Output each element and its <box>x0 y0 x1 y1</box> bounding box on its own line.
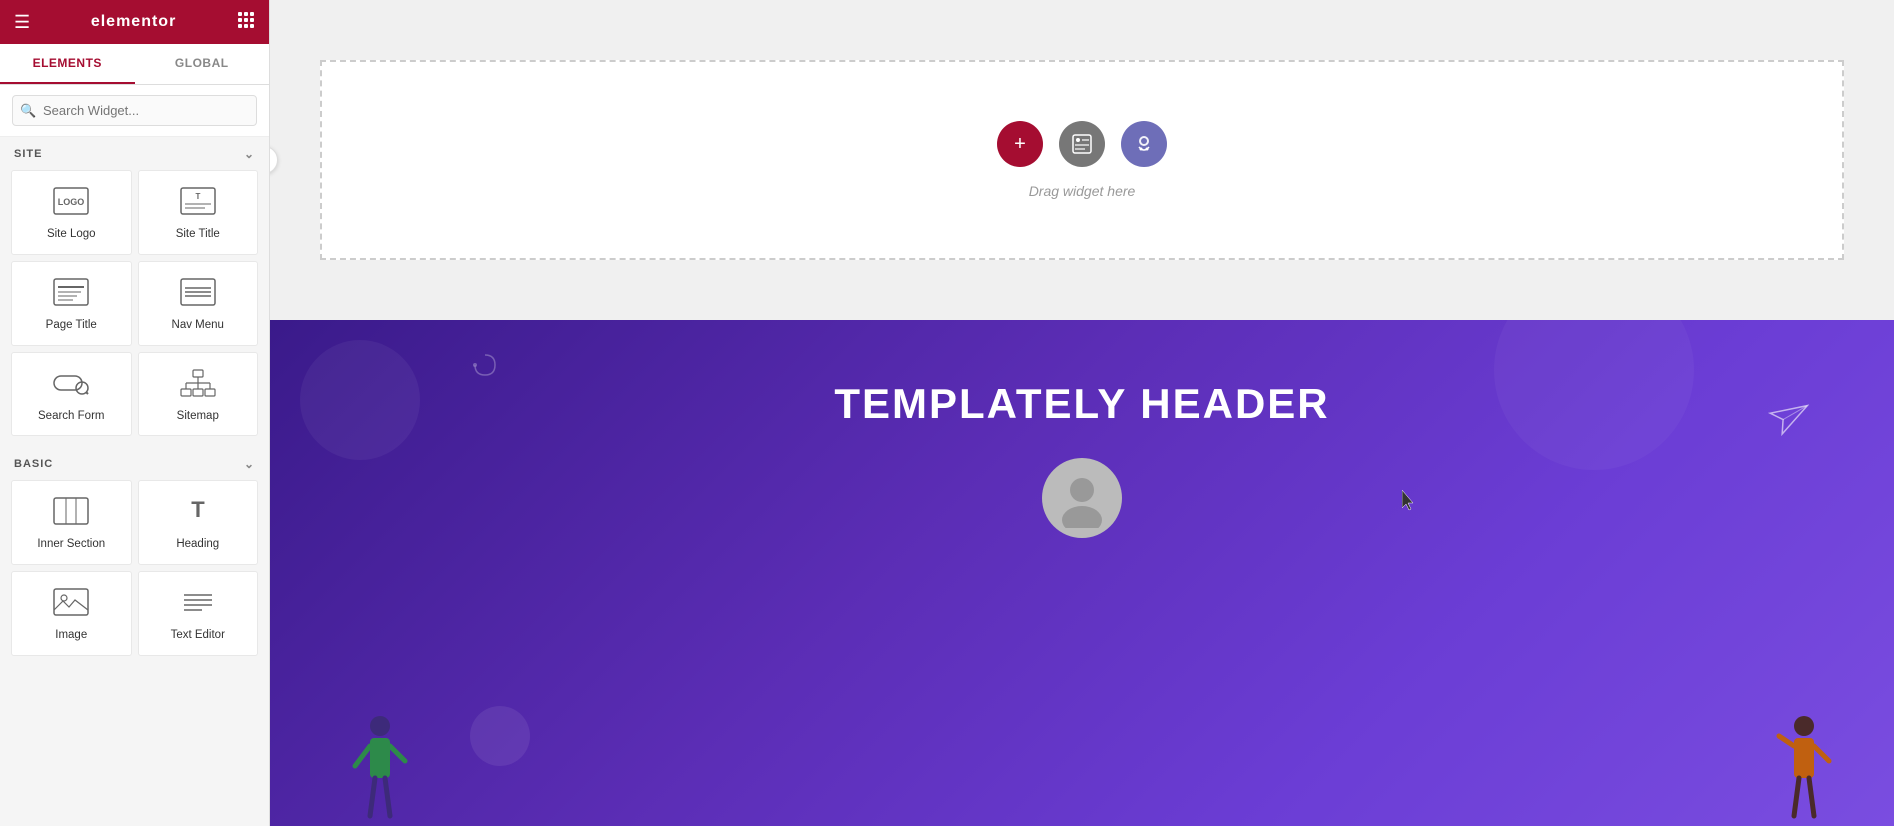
paper-plane-decoration <box>1767 392 1820 444</box>
widget-search-form[interactable]: Search Form <box>11 352 132 437</box>
widget-heading[interactable]: T Heading <box>138 480 259 565</box>
widget-page-title[interactable]: Page Title <box>11 261 132 346</box>
drop-hint-text: Drag widget here <box>1029 183 1136 199</box>
search-icon: 🔍 <box>20 103 36 119</box>
search-form-icon <box>53 369 89 402</box>
section-site-header[interactable]: SITE ⌄ <box>0 137 269 167</box>
banner-avatar <box>1042 458 1122 538</box>
widget-site-logo-label: Site Logo <box>47 228 96 242</box>
sidebar: ☰ elementor ELEMENTS GLOBAL 🔍 <box>0 0 270 826</box>
widget-nav-menu-label: Nav Menu <box>172 319 224 333</box>
ai-template-button[interactable] <box>1121 121 1167 167</box>
sitemap-icon <box>180 369 216 402</box>
section-site-widgets: LOGO Site Logo T Site Title <box>0 167 269 447</box>
svg-text:T: T <box>191 497 205 522</box>
page-title-icon <box>53 278 89 311</box>
section-basic-chevron: ⌄ <box>244 457 255 471</box>
widget-sitemap-label: Sitemap <box>177 410 219 424</box>
widget-site-title[interactable]: T Site Title <box>138 170 259 255</box>
drop-zone-actions: + <box>997 121 1167 167</box>
tab-elements[interactable]: ELEMENTS <box>0 44 135 84</box>
banner-title: TEMPLATELY HEADER <box>834 380 1329 428</box>
hamburger-icon[interactable]: ☰ <box>14 12 30 33</box>
site-title-icon: T <box>180 187 216 220</box>
swirl-decoration <box>470 350 500 385</box>
section-basic-widgets: Inner Section T Heading <box>0 477 269 667</box>
widget-image[interactable]: Image <box>11 571 132 656</box>
widget-site-title-label: Site Title <box>176 228 220 242</box>
site-logo-icon: LOGO <box>53 187 89 220</box>
sidebar-header: ☰ elementor <box>0 0 269 44</box>
canvas-top-area: ❮ + <box>270 0 1894 320</box>
inner-section-icon <box>53 497 89 530</box>
widget-sitemap[interactable]: Sitemap <box>138 352 259 437</box>
svg-text:T: T <box>195 192 200 201</box>
widget-image-label: Image <box>55 629 87 643</box>
section-site-label: SITE <box>14 148 42 160</box>
elementor-logo: elementor <box>91 13 176 31</box>
drop-zone: + <box>320 60 1844 260</box>
figure-left <box>350 706 410 826</box>
figure-right <box>1774 706 1834 826</box>
canvas-banner: TEMPLATELY HEADER <box>270 320 1894 826</box>
section-basic-header[interactable]: BASIC ⌄ <box>0 447 269 477</box>
image-icon <box>53 588 89 621</box>
widget-nav-menu[interactable]: Nav Menu <box>138 261 259 346</box>
search-input[interactable] <box>12 95 257 126</box>
widget-inner-section-label: Inner Section <box>37 538 105 552</box>
widget-site-logo[interactable]: LOGO Site Logo <box>11 170 132 255</box>
sidebar-search-area: 🔍 <box>0 85 269 137</box>
section-basic-label: BASIC <box>14 458 53 470</box>
section-site-chevron: ⌄ <box>244 147 255 161</box>
widget-page-title-label: Page Title <box>46 319 97 333</box>
widget-text-editor[interactable]: Text Editor <box>138 571 259 656</box>
main-canvas: ❮ + <box>270 0 1894 826</box>
template-library-button[interactable] <box>1059 121 1105 167</box>
widget-list: SITE ⌄ LOGO Site Logo T <box>0 137 269 826</box>
nav-menu-icon <box>180 278 216 311</box>
widget-inner-section[interactable]: Inner Section <box>11 480 132 565</box>
grid-icon[interactable] <box>237 11 255 34</box>
sidebar-tabs: ELEMENTS GLOBAL <box>0 44 269 85</box>
sidebar-collapse-button[interactable]: ❮ <box>270 146 278 174</box>
add-element-button[interactable]: + <box>997 121 1043 167</box>
tab-global[interactable]: GLOBAL <box>135 44 270 84</box>
widget-search-form-label: Search Form <box>38 410 104 424</box>
text-editor-icon <box>180 588 216 621</box>
widget-heading-label: Heading <box>176 538 219 552</box>
widget-text-editor-label: Text Editor <box>171 629 225 643</box>
cursor-indicator <box>1402 490 1414 502</box>
heading-icon: T <box>180 497 216 530</box>
svg-text:LOGO: LOGO <box>58 197 85 207</box>
